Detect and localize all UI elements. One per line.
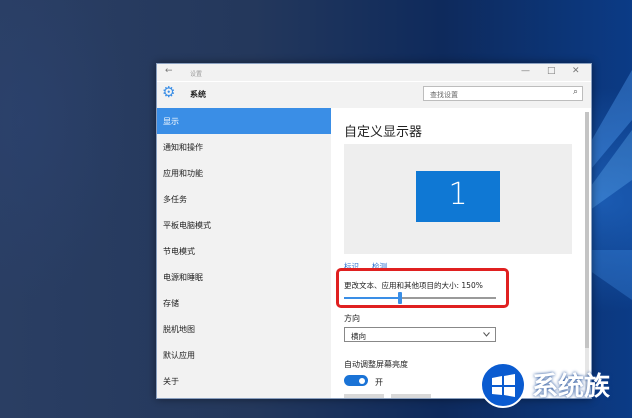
orientation-value: 横向 [351, 332, 366, 341]
toggle-knob [359, 377, 365, 384]
sidebar-item-tablet-mode[interactable]: 平板电脑模式 [157, 212, 331, 238]
section-heading: 自定义显示器 [344, 125, 423, 140]
sidebar-item-label: 多任务 [163, 195, 187, 204]
header-bar: ⚙ 系统 查找设置 ⌕ [157, 82, 591, 108]
sidebar-item-label: 脱机地图 [163, 325, 195, 334]
orientation-label: 方向 [344, 314, 360, 323]
toggle-state-label: 开 [375, 378, 383, 387]
window-title: 设置 [190, 71, 203, 78]
watermark-logo [480, 362, 526, 408]
sidebar-item-storage[interactable]: 存储 [157, 290, 331, 316]
watermark-text: 系统族 [532, 372, 611, 402]
minimize-icon[interactable]: — [521, 67, 530, 76]
search-icon[interactable]: ⌕ [573, 87, 578, 97]
sidebar-item-multitasking[interactable]: 多任务 [157, 186, 331, 212]
orientation-dropdown[interactable]: 横向 [344, 327, 496, 342]
close-icon[interactable]: ✕ [572, 67, 580, 76]
sidebar-item-power-sleep[interactable]: 电源和睡眠 [157, 264, 331, 290]
sidebar-item-battery-saver[interactable]: 节电模式 [157, 238, 331, 264]
scrollbar-thumb[interactable] [585, 112, 589, 348]
sidebar-item-label: 电源和睡眠 [163, 273, 203, 282]
search-placeholder: 查找设置 [430, 91, 458, 99]
back-arrow-icon[interactable]: ← [165, 67, 173, 76]
auto-brightness-label: 自动调整屏幕亮度 [344, 360, 408, 369]
cancel-button[interactable] [391, 394, 431, 398]
search-input[interactable]: 查找设置 ⌕ [423, 86, 583, 101]
sidebar-item-label: 应用和功能 [163, 169, 203, 178]
sidebar-item-apps[interactable]: 应用和功能 [157, 160, 331, 186]
monitor-tile[interactable]: 1 [416, 171, 500, 222]
sidebar-item-label: 平板电脑模式 [163, 221, 211, 230]
sidebar: 显示 通知和操作 应用和功能 多任务 平板电脑模式 节电模式 电源和睡眠 存储 … [157, 108, 331, 398]
sidebar-item-label: 关于 [163, 377, 179, 386]
sidebar-item-label: 默认应用 [163, 351, 195, 360]
content-pane: 自定义显示器 1 标识 检测 更改文本、应用和其他项目的大小: 150% 方向 … [331, 108, 591, 398]
scale-label: 更改文本、应用和其他项目的大小: 150% [344, 281, 483, 290]
title-bar: ← 设置 — □ ✕ [157, 64, 591, 81]
page-title: 系统 [190, 90, 206, 99]
scale-slider-track[interactable] [344, 292, 496, 304]
sidebar-item-label: 通知和操作 [163, 143, 203, 152]
sidebar-item-label: 存储 [163, 299, 179, 308]
scrollbar[interactable] [585, 112, 589, 392]
chevron-down-icon [483, 332, 490, 337]
gear-icon: ⚙ [162, 83, 176, 101]
scale-slider-thumb[interactable] [398, 292, 402, 304]
settings-window: ← 设置 — □ ✕ ⚙ 系统 查找设置 ⌕ 显示 通知和操作 应用和功能 多任… [156, 63, 592, 399]
sidebar-item-notifications[interactable]: 通知和操作 [157, 134, 331, 160]
sidebar-item-label: 显示 [163, 117, 179, 126]
windows-logo-icon [492, 374, 515, 397]
sidebar-item-display[interactable]: 显示 [157, 108, 331, 134]
monitor-number: 1 [448, 177, 468, 212]
sidebar-item-offline-maps[interactable]: 脱机地图 [157, 316, 331, 342]
scale-slider-fill [344, 297, 400, 299]
sidebar-item-label: 节电模式 [163, 247, 195, 256]
sidebar-item-about[interactable]: 关于 [157, 368, 331, 394]
apply-button[interactable] [344, 394, 384, 398]
monitor-arrangement-area: 1 [344, 144, 572, 254]
maximize-icon[interactable]: □ [547, 67, 556, 76]
auto-brightness-toggle[interactable] [344, 375, 368, 386]
sidebar-item-default-apps[interactable]: 默认应用 [157, 342, 331, 368]
